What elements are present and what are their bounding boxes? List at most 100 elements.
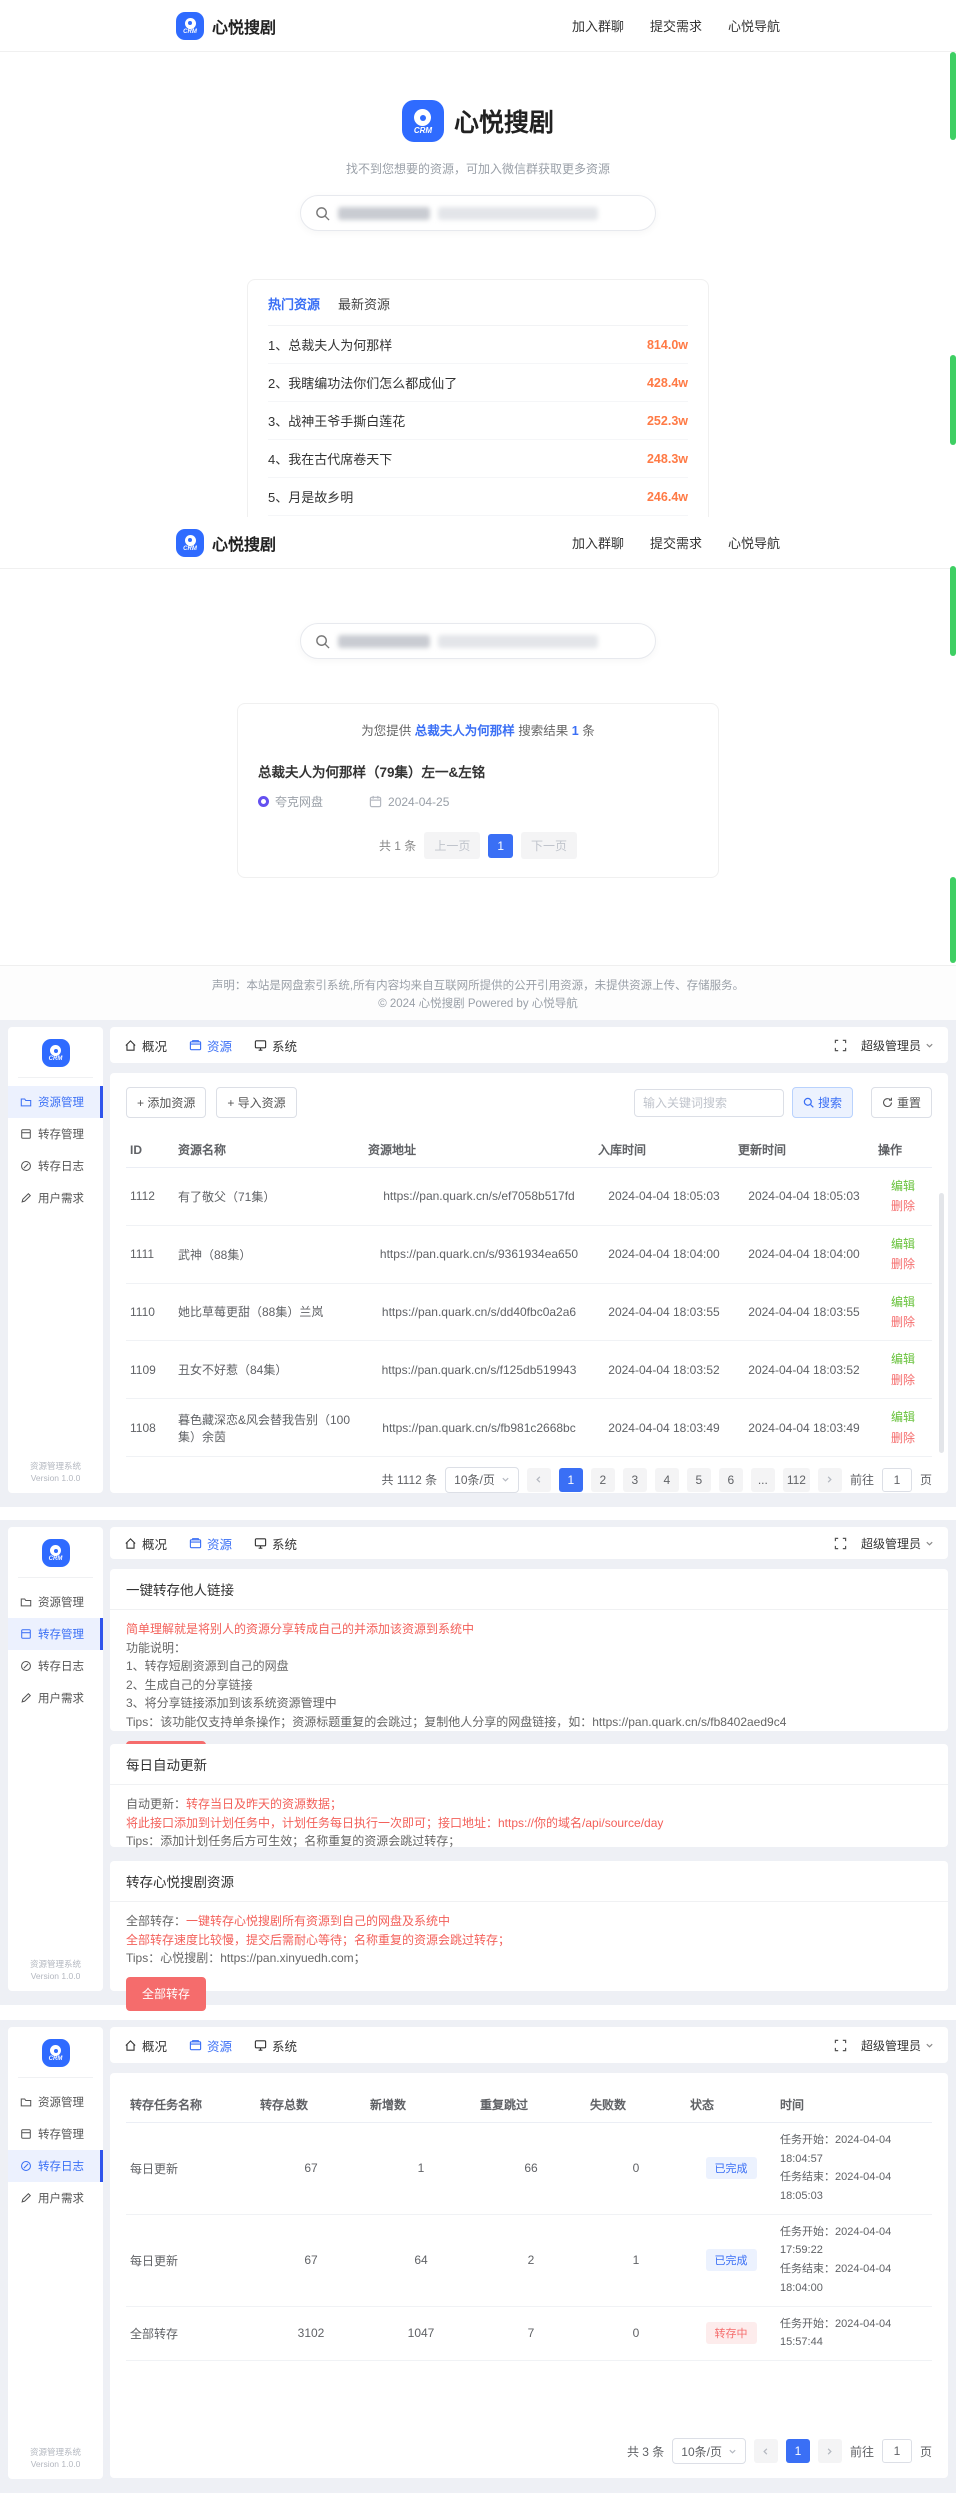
tab-resource[interactable]: 资源 xyxy=(189,1534,232,1553)
delete-link[interactable]: 删除 xyxy=(878,1428,928,1448)
sidebar-logo-icon: CRM xyxy=(42,2039,70,2067)
tab-system[interactable]: 系统 xyxy=(254,2036,297,2055)
card-line: 3、将分享链接添加到该系统资源管理中 xyxy=(126,1694,932,1713)
sidebar-item-transfer-logs[interactable]: 转存日志 xyxy=(8,2150,103,2182)
tab-overview[interactable]: 概况 xyxy=(124,1534,167,1553)
edit-link[interactable]: 编辑 xyxy=(878,1407,928,1427)
user-dropdown[interactable]: 超级管理员 xyxy=(861,1535,934,1552)
tab-latest-resources[interactable]: 最新资源 xyxy=(338,294,390,313)
nav-join-group[interactable]: 加入群聊 xyxy=(572,16,624,35)
list-item[interactable]: 5、月是故乡明 246.4w xyxy=(268,478,688,516)
page-button[interactable]: 1 xyxy=(559,1468,583,1492)
edit-link[interactable]: 编辑 xyxy=(878,1349,928,1369)
next-page-button[interactable] xyxy=(818,2439,842,2463)
edit-link[interactable]: 编辑 xyxy=(878,1292,928,1312)
landing-hot-section: CRM 心悦搜剧 加入群聊 提交需求 心悦导航 CRM 心悦搜剧 找不到您想要的… xyxy=(0,0,956,517)
tab-resource[interactable]: 资源 xyxy=(189,1036,232,1055)
page-size-select[interactable]: 10条/页 xyxy=(445,1467,519,1493)
card-tips: Tips：添加计划任务后方可生效；名称重复的资源会跳过转存； xyxy=(126,1832,932,1851)
sidebar-item-user-requests[interactable]: 用户需求 xyxy=(8,1182,103,1214)
resources-panel: + 添加资源 + 导入资源 搜索 重置 xyxy=(110,1073,948,1493)
sidebar-item-transfer-manage[interactable]: 转存管理 xyxy=(8,2118,103,2150)
list-item[interactable]: 3、战神王爷手撕白莲花 252.3w xyxy=(268,402,688,440)
nav-xinyue-nav[interactable]: 心悦导航 xyxy=(728,533,780,552)
reset-button[interactable]: 重置 xyxy=(871,1087,932,1118)
keyword-search-input[interactable] xyxy=(634,1089,784,1117)
add-resource-button[interactable]: + 添加资源 xyxy=(126,1087,206,1118)
result-source: 夸克网盘 xyxy=(275,793,323,810)
tab-system[interactable]: 系统 xyxy=(254,1036,297,1055)
edit-link[interactable]: 编辑 xyxy=(878,1176,928,1196)
scrollbar-thumb[interactable] xyxy=(950,566,956,656)
card-line: 1、转存短剧资源到自己的网盘 xyxy=(126,1657,932,1676)
delete-link[interactable]: 删除 xyxy=(878,1370,928,1390)
sidebar-item-transfer-logs[interactable]: 转存日志 xyxy=(8,1150,103,1182)
page: CRM 心悦搜剧 加入群聊 提交需求 心悦导航 CRM 心悦搜剧 找不到您想要的… xyxy=(0,0,956,2493)
nav-xinyue-nav[interactable]: 心悦导航 xyxy=(728,16,780,35)
page-size-select[interactable]: 10条/页 xyxy=(672,2438,746,2464)
list-item[interactable]: 1、总裁夫人为何那样 814.0w xyxy=(268,326,688,364)
fullscreen-icon[interactable] xyxy=(834,1039,847,1052)
transfer-all-button[interactable]: 全部转存 xyxy=(126,1977,206,2012)
fullscreen-icon[interactable] xyxy=(834,2039,847,2052)
scrollbar-thumb[interactable] xyxy=(950,877,956,963)
page-button[interactable]: 3 xyxy=(623,1468,647,1492)
page-button[interactable]: 112 xyxy=(783,1468,810,1492)
page-button[interactable]: 1 xyxy=(786,2439,810,2463)
sidebar-item-resource-manage[interactable]: 资源管理 xyxy=(8,1086,103,1118)
brand[interactable]: CRM 心悦搜剧 xyxy=(176,529,276,557)
prev-page-button[interactable] xyxy=(527,1468,551,1492)
search-input[interactable] xyxy=(300,195,656,231)
page-button[interactable]: 2 xyxy=(591,1468,615,1492)
list-item[interactable]: 4、我在古代席卷天下 248.3w xyxy=(268,440,688,478)
nav-submit-request[interactable]: 提交需求 xyxy=(650,533,702,552)
tab-hot-resources[interactable]: 热门资源 xyxy=(268,294,320,313)
search-input[interactable] xyxy=(300,623,656,659)
sidebar-item-user-requests[interactable]: 用户需求 xyxy=(8,2182,103,2214)
sidebar-item-resource-manage[interactable]: 资源管理 xyxy=(8,1586,103,1618)
page-button[interactable]: 6 xyxy=(719,1468,743,1492)
import-resource-button[interactable]: + 导入资源 xyxy=(216,1087,296,1118)
sidebar-item-transfer-manage[interactable]: 转存管理 xyxy=(8,1118,103,1150)
result-item-title[interactable]: 总裁夫人为何那样（79集）左一&左铭 xyxy=(258,761,698,781)
edit-link[interactable]: 编辑 xyxy=(878,1234,928,1254)
page-button[interactable]: 4 xyxy=(655,1468,679,1492)
tab-system[interactable]: 系统 xyxy=(254,1534,297,1553)
prev-page-button[interactable] xyxy=(754,2439,778,2463)
scrollbar-thumb[interactable] xyxy=(950,52,956,140)
nav-submit-request[interactable]: 提交需求 xyxy=(650,16,702,35)
goto-page-input[interactable] xyxy=(882,2439,912,2463)
tab-resource[interactable]: 资源 xyxy=(189,2036,232,2055)
prev-page-button[interactable]: 上一页 xyxy=(424,832,480,859)
sidebar-item-transfer-logs[interactable]: 转存日志 xyxy=(8,1650,103,1682)
sidebar-item-transfer-manage[interactable]: 转存管理 xyxy=(8,1618,103,1650)
user-dropdown[interactable]: 超级管理员 xyxy=(861,1037,934,1054)
search-button[interactable]: 搜索 xyxy=(792,1087,853,1118)
nav-join-group[interactable]: 加入群聊 xyxy=(572,533,624,552)
resource-icon xyxy=(189,2039,202,2052)
page-button[interactable]: 5 xyxy=(687,1468,711,1492)
table-scrollbar[interactable] xyxy=(939,1193,944,1453)
search-placeholder-redacted xyxy=(438,207,598,220)
next-page-button[interactable]: 下一页 xyxy=(521,832,577,859)
delete-link[interactable]: 删除 xyxy=(878,1254,928,1274)
tab-overview[interactable]: 概况 xyxy=(124,2036,167,2055)
more-pages-button[interactable]: ... xyxy=(751,1468,775,1492)
col-updated: 更新时间 xyxy=(734,1132,874,1168)
scrollbar-thumb[interactable] xyxy=(950,355,956,445)
next-page-button[interactable] xyxy=(818,1468,842,1492)
home-icon xyxy=(124,1039,137,1052)
page-1-button[interactable]: 1 xyxy=(488,834,513,858)
delete-link[interactable]: 删除 xyxy=(878,1312,928,1332)
list-item[interactable]: 2、我瞎编功法你们怎么都成仙了 428.4w xyxy=(268,364,688,402)
goto-page-input[interactable] xyxy=(882,1468,912,1492)
sidebar-item-resource-manage[interactable]: 资源管理 xyxy=(8,2086,103,2118)
user-dropdown[interactable]: 超级管理员 xyxy=(861,2037,934,2054)
fullscreen-icon[interactable] xyxy=(834,1537,847,1550)
hero-title: 心悦搜剧 xyxy=(454,103,554,139)
brand[interactable]: CRM 心悦搜剧 xyxy=(176,12,276,40)
tab-overview[interactable]: 概况 xyxy=(124,1036,167,1055)
quark-pan-icon xyxy=(258,796,269,807)
sidebar-item-user-requests[interactable]: 用户需求 xyxy=(8,1682,103,1714)
delete-link[interactable]: 删除 xyxy=(878,1196,928,1216)
